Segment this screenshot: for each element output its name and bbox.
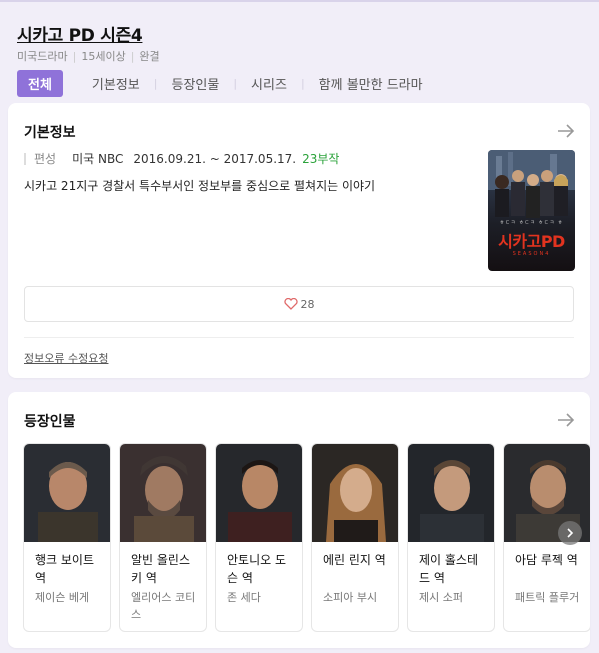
cast-photo [216,444,302,542]
heart-icon [283,298,298,310]
tab-separator: | [233,76,238,90]
cast-member[interactable]: 행크 보이트 역 제이슨 베게 [23,443,111,632]
broadcast-info: 편성 미국 NBC 2016.09.21. ~ 2017.05.17. 23부작 [24,150,339,167]
poster-subtitle: ㅎㄷㅋ ㅎㄷㅋ ㅎㄷㅋ ㅎ [499,220,564,226]
cast-photo [408,444,494,542]
broadcast-label: 편성 [34,152,57,166]
meta-status: 완결 [139,50,160,63]
poster-season: SEASON4 [512,251,551,257]
cast-member[interactable]: 알빈 올린스키 역 엘리어스 코티스 [119,443,207,632]
cast-role: 아담 루젝 역 [515,553,578,567]
meta-separator: | [130,49,135,63]
divider [24,337,574,338]
page-header: 시카고 PD 시즌4 미국드라마 | 15세이상 | 완결 전체 기본정보 | … [0,2,599,100]
poster-image[interactable]: ㅎㄷㅋ ㅎㄷㅋ ㅎㄷㅋ ㅎ 시카고PD SEASON4 [488,150,575,271]
cast-list: 행크 보이트 역 제이슨 베게 알빈 올린스키 역 엘리어스 코티스 안토니오 … [23,443,590,633]
chevron-right-icon [567,528,574,538]
meta-info: 미국드라마 | 15세이상 | 완결 [17,48,160,64]
tab-similar-dramas[interactable]: 함께 볼만한 드라마 [317,74,425,93]
cast-role: 알빈 올린스키 역 [131,553,191,585]
cast-role: 안토니오 도슨 역 [227,553,287,585]
meta-genre: 미국드라마 [17,50,68,63]
cast-role: 행크 보이트 역 [35,553,95,585]
cast-photo [24,444,110,542]
tab-all[interactable]: 전체 [17,69,63,97]
meta-separator: | [72,49,77,63]
cast-photo [120,444,206,542]
cast-actor: 제시 소퍼 [419,591,463,604]
arrow-right-icon[interactable] [556,410,576,430]
next-button[interactable] [558,521,582,545]
cast-member[interactable]: 에린 린지 역 소피아 부시 [311,443,399,632]
report-error-link[interactable]: 정보오류 수정요청 [24,350,108,366]
cast-title: 등장인물 [24,414,76,430]
cast-photo [312,444,398,542]
cast-card: 등장인물 행크 보이트 역 제이슨 베게 알빈 올린스키 역 엘리어스 코티스 … [8,392,590,648]
info-bar [24,152,26,165]
like-button[interactable]: 28 [24,286,574,322]
cast-actor: 제이슨 베게 [35,591,90,604]
broadcast-dates: 2016.09.21. ~ 2017.05.17. [133,151,297,166]
tab-bar: 전체 기본정보 | 등장인물 | 시리즈 | 함께 볼만한 드라마 [17,69,425,97]
cast-actor: 존 세다 [227,591,261,604]
tab-cast[interactable]: 등장인물 [169,74,221,93]
tab-separator: | [300,76,305,90]
tab-series[interactable]: 시리즈 [249,74,289,93]
cast-actor: 엘리어스 코티스 [131,591,196,621]
page-title[interactable]: 시카고 PD 시즌4 [17,21,143,46]
arrow-right-icon[interactable] [556,121,576,141]
cast-actor: 패트릭 플루거 [515,591,580,604]
tab-basic-info[interactable]: 기본정보 [90,74,142,93]
meta-rating: 15세이상 [81,50,126,63]
tab-separator: | [153,76,158,90]
cast-actor: 소피아 부시 [323,591,378,604]
like-count: 28 [300,297,315,311]
episode-count: 23부작 [302,152,340,166]
poster-title: 시카고PD [498,232,565,251]
basic-info-title: 기본정보 [24,125,76,141]
cast-member[interactable]: 제이 홀스테드 역 제시 소퍼 [407,443,495,632]
cast-member[interactable]: 안토니오 도슨 역 존 세다 [215,443,303,632]
cast-role: 제이 홀스테드 역 [419,553,479,585]
cast-role: 에린 린지 역 [323,553,386,567]
broadcast-network: 미국 NBC [72,152,124,166]
synopsis: 시카고 21지구 경찰서 특수부서인 정보부를 중심으로 펼쳐지는 이야기 [24,179,376,193]
basic-info-card: 기본정보 편성 미국 NBC 2016.09.21. ~ 2017.05.17.… [8,103,590,378]
